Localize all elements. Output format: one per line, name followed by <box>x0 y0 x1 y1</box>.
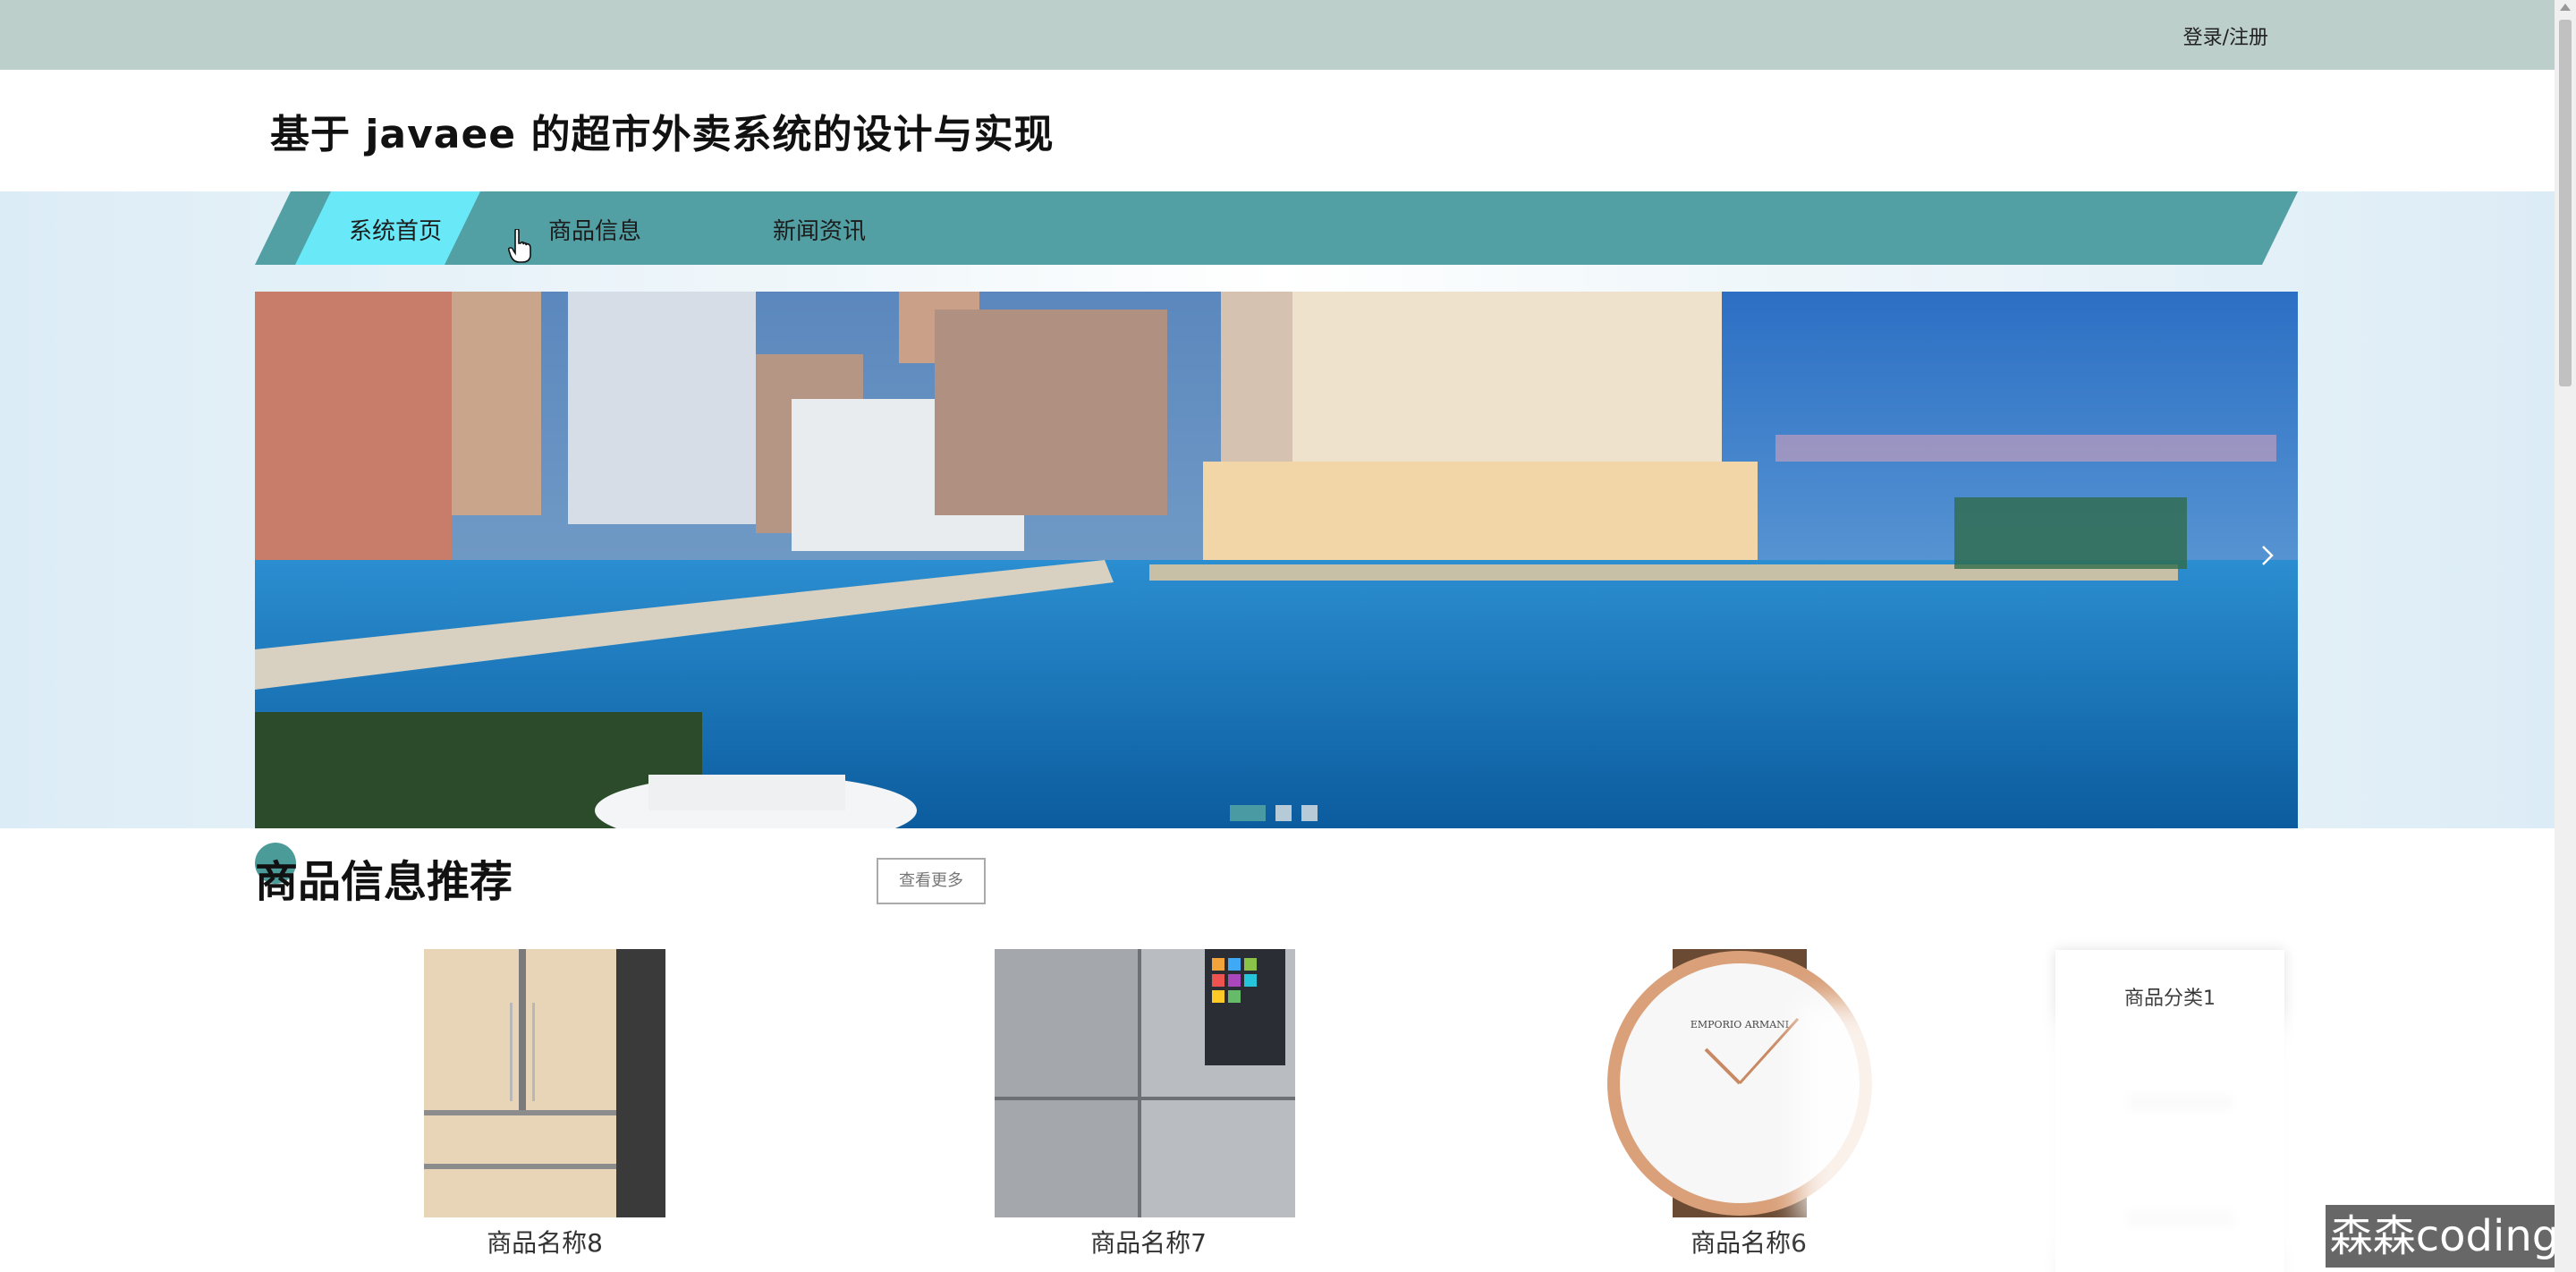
nav-item-news[interactable]: 新闻资讯 <box>773 213 866 246</box>
carousel-dot-1[interactable] <box>1230 805 1266 821</box>
carousel-dot-3[interactable] <box>1301 805 1318 821</box>
banner-image <box>255 292 2298 828</box>
site-title: 基于 javaee 的超市外卖系统的设计与实现 <box>270 112 1055 157</box>
view-more-button[interactable]: 查看更多 <box>877 858 986 904</box>
nav-item-home[interactable]: 系统首页 <box>349 213 442 246</box>
banner-carousel[interactable] <box>255 292 2298 828</box>
login-register-link[interactable]: 登录/注册 <box>2183 21 2268 50</box>
blur-overlay <box>1798 1002 1950 1225</box>
product-name[interactable]: 商品名称7 <box>1014 1224 1283 1259</box>
scrollbar-thumb[interactable] <box>2559 20 2572 386</box>
product-name[interactable]: 商品名称6 <box>1614 1224 1883 1259</box>
main-nav: 系统首页 商品信息 新闻资讯 <box>255 191 2298 265</box>
vertical-scrollbar[interactable] <box>2555 0 2576 1272</box>
section-title: 商品信息推荐 <box>255 857 513 907</box>
category-item[interactable]: 商品分类1 <box>2055 982 2284 1011</box>
product-image-fridge-silver[interactable] <box>995 949 1295 1217</box>
chevron-right-icon <box>2262 546 2274 565</box>
svg-text:EMPORIO ARMANI: EMPORIO ARMANI <box>1690 1019 1789 1030</box>
watermark: 森森coding <box>2326 1205 2563 1268</box>
top-bar: 登录/注册 <box>0 0 2555 70</box>
hand-cursor-icon <box>508 229 531 263</box>
nav-item-products[interactable]: 商品信息 <box>548 213 641 246</box>
carousel-dot-2[interactable] <box>1275 805 1292 821</box>
scroll-up-arrow-icon[interactable] <box>2560 4 2571 11</box>
product-name[interactable]: 商品名称8 <box>411 1224 679 1259</box>
product-image-fridge-beige[interactable] <box>424 949 665 1217</box>
site-header: 基于 javaee 的超市外卖系统的设计与实现 <box>0 70 2555 191</box>
blur-overlay <box>2030 1020 2326 1272</box>
banner-next-button[interactable] <box>2260 544 2275 567</box>
